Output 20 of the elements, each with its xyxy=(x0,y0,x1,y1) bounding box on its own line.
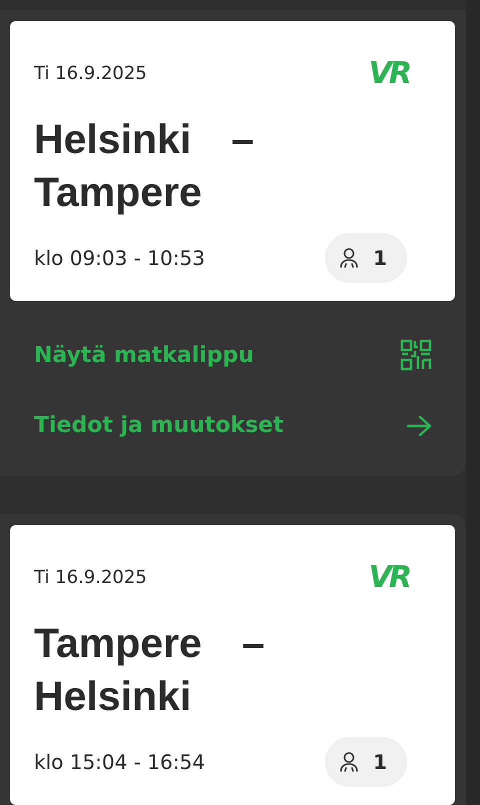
trip-date: Ti 16.9.2025 xyxy=(34,62,147,84)
ticket-card[interactable]: Ti 16.9.2025 VR Helsinki – Tampere klo 09:03 - 10:53 1 xyxy=(10,21,455,301)
trip-time: klo 15:04 - 16:54 xyxy=(34,750,205,774)
route-dash: – xyxy=(231,115,254,164)
trip-date: Ti 16.9.2025 xyxy=(34,566,147,588)
ticket-card[interactable]: Ti 16.9.2025 VR Tampere – Helsinki klo 15:04 - 16:54 1 xyxy=(10,525,455,805)
route-dash: – xyxy=(242,619,265,668)
logo: VR xyxy=(368,560,409,594)
station-name: Tampere xyxy=(34,168,203,217)
action-link[interactable]: Näytä matkalippu xyxy=(34,339,432,371)
passenger-number: 1 xyxy=(373,750,387,774)
action-link[interactable]: Tiedot ja muutokset xyxy=(34,413,432,438)
passenger-number: 1 xyxy=(373,246,387,270)
station-name: Helsinki xyxy=(34,115,192,164)
station-name: Helsinki xyxy=(34,672,192,721)
trip-time: klo 09:03 - 10:53 xyxy=(34,246,205,270)
qr-code-icon xyxy=(400,339,432,371)
logo: VR xyxy=(368,56,409,90)
station-name: Tampere xyxy=(34,619,202,668)
arrow-right-icon xyxy=(406,414,432,436)
